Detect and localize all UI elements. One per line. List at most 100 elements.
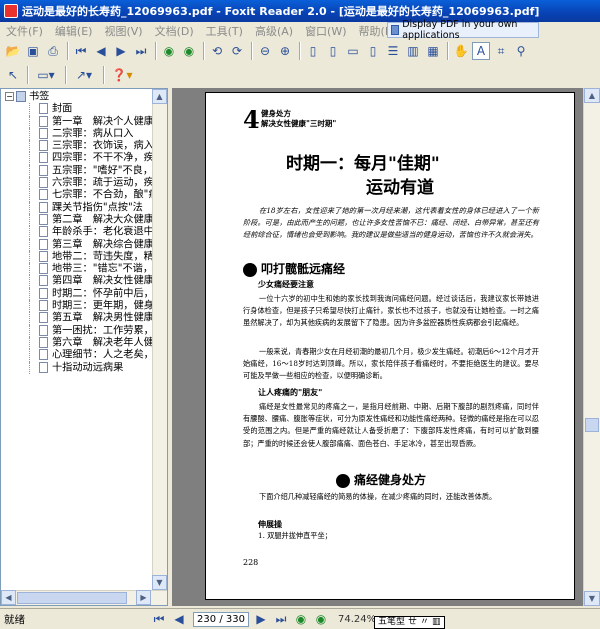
back-icon[interactable]: ◉ <box>160 42 178 60</box>
fit-page-icon[interactable]: ▯ <box>324 42 342 60</box>
help-icon[interactable]: ❓▾ <box>108 66 136 84</box>
snapshot-icon[interactable]: ⌗ <box>492 42 510 60</box>
save-icon[interactable]: ▣ <box>24 42 42 60</box>
sidebar-vertical-scrollbar[interactable]: ▲ ▼ <box>152 89 167 590</box>
scroll-down-icon[interactable]: ▼ <box>152 575 167 590</box>
first-page-icon[interactable]: ⏮ <box>72 42 90 60</box>
ime-toolbar[interactable]: 五笔型 ㄝ 〃 ▥ <box>374 616 445 629</box>
scroll-left-icon[interactable]: ◀ <box>1 590 16 605</box>
zoom-out-icon[interactable]: ⊖ <box>256 42 274 60</box>
section-icon <box>243 262 257 277</box>
bookmark-item[interactable]: 第六章 解决老年人健康"两命 <box>1 336 153 350</box>
bookmark-item[interactable]: 七宗罪：不合劲，酿"病"果压 <box>1 189 153 202</box>
subheading-2: 让人疼痛的"朋友" <box>258 388 323 397</box>
page-icon <box>39 324 48 336</box>
menu-edit[interactable]: 编辑(E) <box>55 23 93 39</box>
bookmark-item[interactable]: 十指动动远病果 <box>1 361 153 375</box>
hand-tool-icon[interactable]: ✋ <box>452 42 470 60</box>
toolbar-separator <box>299 42 301 60</box>
menu-window[interactable]: 窗口(W) <box>305 23 346 39</box>
bookmark-tree: − 书签 封面 第一章 解决个人健康的"七病 二宗罪：病从口入 三宗罪：衣饰误，病… <box>1 89 153 590</box>
scroll-up-icon[interactable]: ▲ <box>152 89 167 104</box>
back-icon[interactable]: ◉ <box>292 610 310 628</box>
bookmark-item[interactable]: 第三章 解决综合健康"三地带 <box>1 238 153 252</box>
zoom-level[interactable]: 74.24% <box>338 614 376 625</box>
bookmarks-folder-icon <box>16 91 26 102</box>
promo-icon <box>391 25 400 35</box>
menu-view[interactable]: 视图(V) <box>104 23 142 39</box>
fit-width-icon[interactable]: ▭ <box>344 42 362 60</box>
toolbar-separator <box>103 66 105 84</box>
page-icon <box>39 152 48 164</box>
bookmark-item[interactable]: 心理细节：人之老矣，忧惧丛 <box>1 349 153 362</box>
next-page-icon[interactable]: ▶ <box>112 42 130 60</box>
ime-mode[interactable]: 五笔型 <box>378 617 405 628</box>
bookmark-item[interactable]: 时期三：更年期，健身有诺略 <box>1 300 153 313</box>
actual-size-icon[interactable]: ▯ <box>304 42 322 60</box>
menu-advanced[interactable]: 高级(A) <box>255 23 293 39</box>
last-page-icon[interactable]: ⏭ <box>132 42 150 60</box>
bookmark-item[interactable]: 六宗罪：疏于运动，疾病缠身 <box>1 177 153 190</box>
arrow-tool-icon[interactable]: ↗▾ <box>70 66 98 84</box>
select-text-icon[interactable]: A <box>472 42 490 60</box>
bookmark-item[interactable]: 二宗罪：病从口入 <box>1 127 153 141</box>
find-icon[interactable]: ⚲ <box>512 42 530 60</box>
scroll-thumb[interactable] <box>585 418 599 432</box>
first-page-icon[interactable]: ⏮ <box>150 610 168 628</box>
single-page-icon[interactable]: ▯ <box>364 42 382 60</box>
rotate-left-icon[interactable]: ⟲ <box>208 42 226 60</box>
bookmark-item[interactable]: 第二章 解决大众健康的"三座 <box>1 213 153 227</box>
bookmark-root[interactable]: − 书签 <box>1 91 153 103</box>
sidebar-horizontal-scrollbar[interactable]: ◀ ▶ <box>1 590 167 605</box>
prev-page-icon[interactable]: ◀ <box>170 610 188 628</box>
bookmark-panel: − 书签 封面 第一章 解决个人健康的"七病 二宗罪：病从口入 三宗罪：衣饰误，病… <box>0 88 168 606</box>
prev-page-icon[interactable]: ◀ <box>92 42 110 60</box>
scroll-down-icon[interactable]: ▼ <box>584 591 600 606</box>
zoom-in-icon[interactable]: ⊕ <box>276 42 294 60</box>
facing-icon[interactable]: ▥ <box>404 42 422 60</box>
forward-icon[interactable]: ◉ <box>180 42 198 60</box>
open-icon[interactable]: 📂 <box>4 42 22 60</box>
bookmark-item[interactable]: 五宗罪："嗜好"不良，健康打 <box>1 164 153 178</box>
toolbar-separator <box>65 66 67 84</box>
pointer-tool-icon[interactable]: ↖ <box>4 66 22 84</box>
subheading-3: 伸展操 <box>258 520 282 529</box>
menu-document[interactable]: 文档(D) <box>155 23 194 39</box>
page-icon <box>39 275 48 287</box>
bookmark-item[interactable]: 时期二：怀孕前中后，疲惫有 <box>1 287 153 301</box>
scroll-up-icon[interactable]: ▲ <box>584 88 600 103</box>
bookmark-item[interactable]: 地带二：苛违失度，精神要藏 <box>1 250 153 264</box>
promo-banner[interactable]: Display PDF in your own applications <box>387 19 539 41</box>
ime-width-toggle[interactable]: ㄝ <box>408 617 417 628</box>
next-page-icon[interactable]: ▶ <box>252 610 270 628</box>
bookmark-item[interactable]: 年龄杀手：老化衰退中疾病乘 <box>1 226 153 239</box>
print-icon[interactable]: ⎙ <box>44 42 62 60</box>
scroll-thumb[interactable] <box>17 592 127 604</box>
bookmark-item[interactable]: 第一困扰：工作劳累，透支身 <box>1 324 153 338</box>
continuous-icon[interactable]: ☰ <box>384 42 402 60</box>
menu-file[interactable]: 文件(F) <box>6 23 43 39</box>
scroll-right-icon[interactable]: ▶ <box>136 590 151 605</box>
forward-icon[interactable]: ◉ <box>312 610 330 628</box>
rotate-right-icon[interactable]: ⟳ <box>228 42 246 60</box>
ime-keyboard-icon[interactable]: ▥ <box>432 617 441 628</box>
bookmark-item[interactable]: 第四章 解决女性健康"三时期 <box>1 275 153 289</box>
status-bar: 就绪 ⏮ ◀ 230 / 330 ▶ ⏭ ◉ ◉ 74.24% <box>0 608 600 629</box>
bookmark-item[interactable]: 第一章 解决个人健康的"七病 <box>1 115 153 129</box>
bookmark-item[interactable]: 三宗罪：衣饰误，病入出 <box>1 140 153 153</box>
document-vertical-scrollbar[interactable]: ▲ ▼ <box>583 88 600 606</box>
bookmark-item[interactable]: 地带三："错忘"不谐，心神由 <box>1 263 153 276</box>
last-page-icon[interactable]: ⏭ <box>272 610 290 628</box>
image-tool-icon[interactable]: ▭▾ <box>32 66 60 84</box>
paragraph-4: 下面介绍几种减轻痛经的简易的体操，在减少疼痛的同时，还能改善体质。 <box>259 492 497 501</box>
bookmark-item[interactable]: 四宗罪：不干不净，疾病"请" <box>1 152 153 166</box>
bookmark-item[interactable]: 封面 <box>1 103 153 116</box>
page-number-field[interactable]: 230 / 330 <box>193 611 249 627</box>
menu-tools[interactable]: 工具(T) <box>206 23 243 39</box>
collapse-icon[interactable]: − <box>5 92 14 101</box>
ime-punct-toggle[interactable]: 〃 <box>420 617 429 628</box>
bookmark-item[interactable]: 踝关节指伤"点按"法 <box>1 201 153 215</box>
continuous-facing-icon[interactable]: ▦ <box>424 42 442 60</box>
bookmark-item[interactable]: 第五章 解决男性健康"两困扰 <box>1 312 153 325</box>
bookmark-root-label: 书签 <box>29 91 50 103</box>
